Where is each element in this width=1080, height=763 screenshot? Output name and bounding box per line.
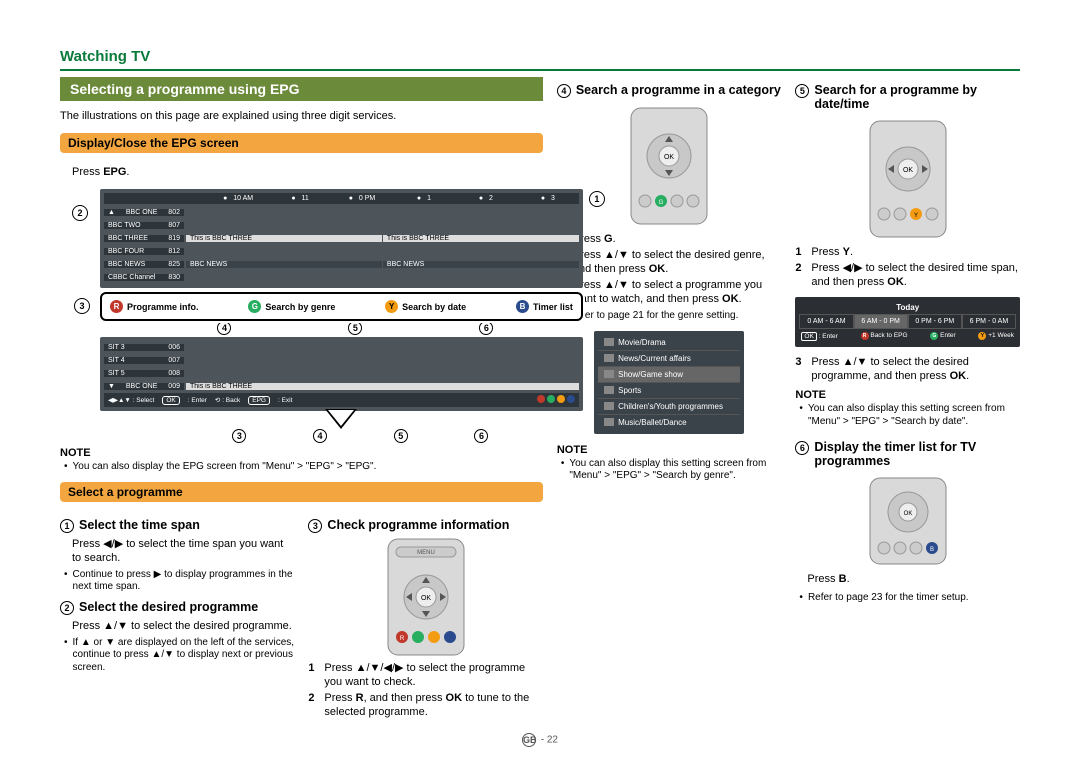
callout-2: 2 bbox=[72, 205, 88, 221]
callout-row-upper: 4 5 6 bbox=[100, 321, 583, 335]
g-dot: G bbox=[248, 300, 261, 313]
step2-title: 2Select the desired programme bbox=[60, 600, 294, 615]
epg-footer: ◀▶▲▼ : Select OK: Enter ⟲ : Back EPG: Ex… bbox=[104, 393, 579, 407]
svg-text:OK: OK bbox=[903, 511, 912, 517]
orange-bar-1: Display/Close the EPG screen bbox=[60, 133, 543, 153]
svg-text:OK: OK bbox=[421, 595, 431, 602]
step5-title: 5Search for a programme by date/time bbox=[795, 83, 1020, 111]
note-label-4: NOTE bbox=[557, 444, 782, 456]
svg-text:B: B bbox=[930, 547, 934, 553]
b-dot: B bbox=[516, 300, 529, 313]
date-strip: Today 0 AM - 6 AM 6 AM - 0 PM 0 PM - 6 P… bbox=[795, 297, 1020, 347]
y-dot: Y bbox=[385, 300, 398, 313]
remote-icon-4: OK G bbox=[619, 106, 719, 226]
step2-body: Press ▲/▼ to select the desired programm… bbox=[60, 619, 294, 633]
orange-bar-2: Select a programme bbox=[60, 482, 543, 502]
genre-box: Movie/Drama News/Current affairs Show/Ga… bbox=[594, 331, 744, 434]
callout-row-lower: 3 4 5 6 bbox=[100, 429, 583, 443]
remote-icon-5: OK Y bbox=[858, 119, 958, 239]
header-divider bbox=[60, 69, 1020, 71]
press-epg: Press EPG. bbox=[60, 165, 543, 179]
step5-li3: Press ▲/▼ to select the desired programm… bbox=[811, 355, 1020, 383]
svg-text:MENU: MENU bbox=[417, 550, 435, 556]
svg-text:OK: OK bbox=[664, 154, 674, 161]
step4-li2: Press ▲/▼ to select the desired genre, a… bbox=[573, 248, 782, 276]
remote-icon: OK MENU R bbox=[376, 537, 476, 657]
step5-note: You can also display this setting screen… bbox=[795, 403, 1020, 428]
step6-press: Press B. bbox=[795, 572, 1020, 586]
step1-body: Press ◀/▶ to select the time span you wa… bbox=[60, 537, 294, 565]
epg-timeline: ● 10 AM ● 11 ● 0 PM ● 1 ● 2 ● 3 bbox=[104, 193, 579, 204]
callout-3a: 3 bbox=[74, 298, 90, 314]
svg-text:OK: OK bbox=[903, 167, 913, 174]
step1-bullet: Continue to press ▶ to display programme… bbox=[60, 569, 294, 594]
remote-icon-6: OK B bbox=[858, 476, 958, 566]
step2-bullet: If ▲ or ▼ are displayed on the left of t… bbox=[60, 637, 294, 675]
r-dot: R bbox=[110, 300, 123, 313]
step6-bullet: Refer to page 23 for the timer setup. bbox=[795, 592, 1020, 605]
step4-note: You can also display this setting screen… bbox=[557, 458, 782, 483]
step3-li1: Press ▲/▼/◀/▶ to select the programme yo… bbox=[324, 661, 542, 689]
epg-screenshot: 2 1 ● 10 AM ● 11 ● 0 PM ● 1 ● 2 ● 3 ▲ BB… bbox=[100, 189, 583, 443]
intro-text: The illustrations on this page are expla… bbox=[60, 109, 543, 123]
svg-text:Y: Y bbox=[914, 213, 918, 219]
step4-title: 4Search a programme in a category bbox=[557, 83, 782, 98]
step6-title: 6Display the timer list for TV programme… bbox=[795, 440, 1020, 468]
step1-title: 1Select the time span bbox=[60, 518, 294, 533]
pointer-arrow bbox=[325, 409, 357, 429]
step4-bullet: Refer to page 21 for the genre setting. bbox=[557, 310, 782, 323]
header-title: Watching TV bbox=[60, 48, 1020, 65]
step4-li3: Press ▲/▼ to select a programme you want… bbox=[573, 278, 782, 306]
step5-li2: Press ◀/▶ to select the desired time spa… bbox=[811, 261, 1020, 289]
page-footer: GB - 22 bbox=[0, 733, 1080, 747]
step3-li2: Press R, and then press OK to tune to th… bbox=[324, 691, 542, 719]
step5-li1: Press Y. bbox=[811, 245, 853, 259]
note-epg-menu: You can also display the EPG screen from… bbox=[60, 461, 543, 474]
step3-title: 3Check programme information bbox=[308, 518, 542, 533]
note-label-1: NOTE bbox=[60, 447, 543, 459]
note-label-5: NOTE bbox=[795, 389, 1020, 401]
svg-text:R: R bbox=[399, 636, 404, 642]
svg-text:G: G bbox=[659, 200, 664, 206]
section-title: Selecting a programme using EPG bbox=[60, 77, 543, 101]
colorbar: 3 RProgramme info. GSearch by genre YSea… bbox=[100, 292, 583, 321]
callout-1: 1 bbox=[589, 191, 605, 207]
